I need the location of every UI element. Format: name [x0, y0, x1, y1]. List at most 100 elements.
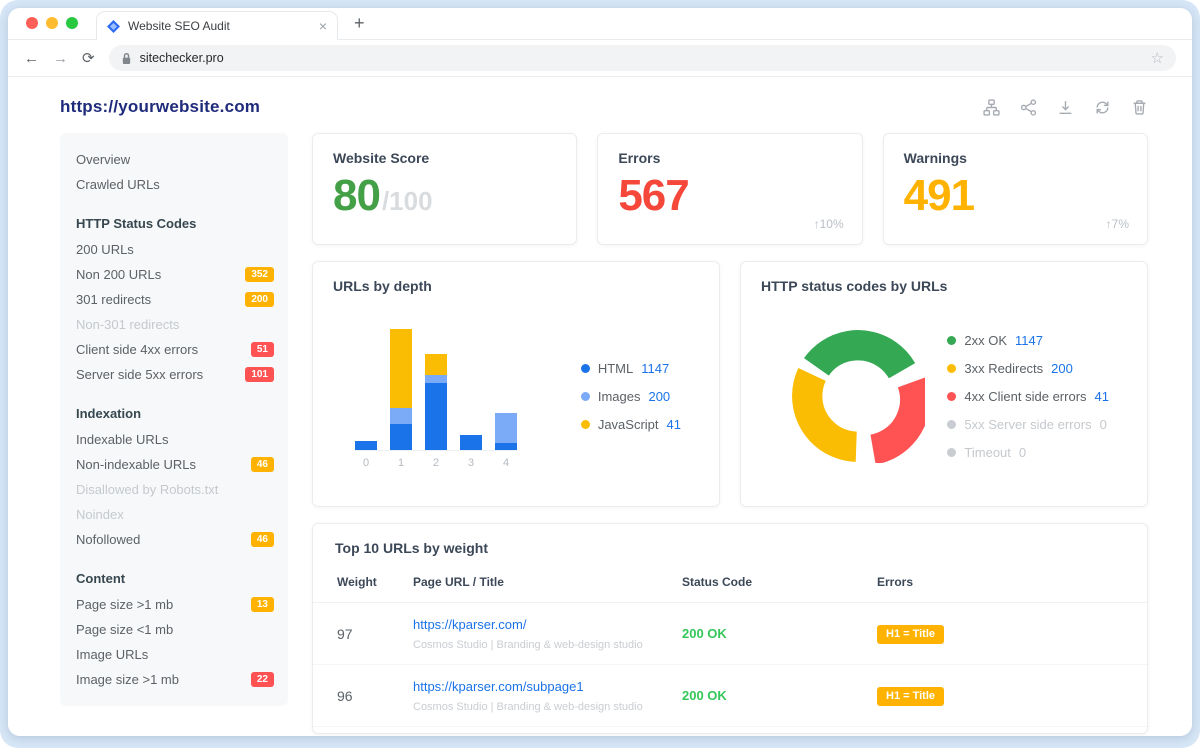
- sidebar-item-disallowed-by-robots-txt[interactable]: Disallowed by Robots.txt: [76, 477, 274, 502]
- page-url-link[interactable]: https://kparser.com/subpage1: [413, 679, 584, 694]
- browser-toolbar: ← → ⟳ sitechecker.pro ☆: [8, 40, 1192, 77]
- sitemap-icon[interactable]: [983, 99, 1000, 116]
- close-window-button[interactable]: [26, 17, 38, 29]
- status-code-value: 200 OK: [682, 626, 727, 641]
- sidebar-item-non-indexable-urls[interactable]: Non-indexable URLs 46: [76, 452, 274, 477]
- bar-chart-x-axis: 01234: [355, 451, 517, 469]
- page-url-link[interactable]: https://kparser.com/: [413, 617, 526, 632]
- legend-javascript[interactable]: JavaScript 41: [581, 417, 681, 432]
- sidebar-section-http-status-codes: HTTP Status Codes: [76, 212, 274, 234]
- bar-segment-javascript: [425, 354, 447, 375]
- sidebar-item-indexable-urls[interactable]: Indexable URLs: [76, 427, 274, 452]
- download-icon[interactable]: [1057, 99, 1074, 116]
- main-area: Website Score80/100Errors567↑10%Warnings…: [312, 133, 1148, 734]
- sidebar-item-non-301-redirects[interactable]: Non-301 redirects: [76, 312, 274, 337]
- forward-button[interactable]: →: [53, 50, 68, 67]
- sidebar-item-noindex[interactable]: Noindex: [76, 502, 274, 527]
- sidebar-item-page-size-1-mb[interactable]: Page size >1 mb13: [76, 592, 274, 617]
- bar-depth-0: [355, 441, 377, 450]
- sidebar-item-label: Indexable URLs: [76, 432, 169, 447]
- sidebar-item-label: Non-indexable URLs: [76, 457, 196, 472]
- sidebar-item-label: 200 URLs: [76, 242, 134, 257]
- legend-html[interactable]: HTML1147: [581, 361, 681, 376]
- address-url[interactable]: sitechecker.pro: [140, 51, 1143, 65]
- sidebar-item-label: Noindex: [76, 507, 124, 522]
- sidebar-item-label: Non-301 redirects: [76, 317, 179, 332]
- legend-3xx-redirects[interactable]: 3xx Redirects200: [947, 361, 1109, 376]
- browser-window: Website SEO Audit × + ← → ⟳ sitechecker.…: [8, 8, 1192, 736]
- address-bar[interactable]: sitechecker.pro ☆: [109, 45, 1176, 71]
- url-cell: https://kparser.com/subpage1Cosmos Studi…: [413, 665, 682, 727]
- stat-number: 567: [618, 172, 688, 220]
- x-axis-label: 0: [355, 457, 377, 469]
- sidebar-item-server-side-5xx-errors[interactable]: Server side 5xx errors101: [76, 362, 274, 387]
- legend-label: 2xx OK: [964, 333, 1007, 348]
- count-badge: 22: [251, 672, 274, 687]
- sidebar-item-301-redirects[interactable]: 301 redirects200: [76, 287, 274, 312]
- legend-value: 1147: [1015, 333, 1043, 348]
- stat-value-row: 80/100: [333, 172, 556, 220]
- legend-dot-icon: [947, 392, 956, 401]
- count-badge: 101: [245, 367, 274, 382]
- count-badge: 352: [245, 267, 274, 282]
- legend-timeout[interactable]: Timeout0: [947, 445, 1109, 460]
- legend-5xx-server-side-errors[interactable]: 5xx Server side errors0: [947, 417, 1109, 432]
- legend-label: 3xx Redirects: [964, 361, 1043, 376]
- sidebar-item-label: Overview: [76, 152, 130, 167]
- legend-value: 41: [1095, 389, 1109, 404]
- legend-images[interactable]: Images200: [581, 389, 681, 404]
- tab-close-icon[interactable]: ×: [319, 19, 327, 33]
- sidebar-item-image-urls[interactable]: Image URLs: [76, 642, 274, 667]
- bookmark-star-icon[interactable]: ☆: [1151, 49, 1164, 67]
- legend-value: 41: [667, 417, 681, 432]
- reload-button[interactable]: ⟳: [82, 49, 95, 67]
- sidebar-item-label: Image size >1 mb: [76, 672, 179, 687]
- stat-cards-row: Website Score80/100Errors567↑10%Warnings…: [312, 133, 1148, 245]
- sidebar-item-non-200-urls[interactable]: Non 200 URLs352: [76, 262, 274, 287]
- page-header: https://yourwebsite.com: [8, 77, 1192, 131]
- maximize-window-button[interactable]: [66, 17, 78, 29]
- stat-card-website-score: Website Score80/100: [312, 133, 577, 245]
- desktop-background: Website SEO Audit × + ← → ⟳ sitechecker.…: [0, 0, 1200, 748]
- sync-icon[interactable]: [1094, 99, 1111, 116]
- stat-number: 80: [333, 172, 380, 220]
- x-axis-label: 3: [460, 457, 482, 469]
- legend-2xx-ok[interactable]: 2xx OK 1147: [947, 333, 1109, 348]
- sidebar-item-200-urls[interactable]: 200 URLs: [76, 237, 274, 262]
- error-badge: H1 = Title: [877, 687, 944, 706]
- back-button[interactable]: ←: [24, 50, 39, 67]
- chart-title-http-codes: HTTP status codes by URLs: [761, 278, 1127, 294]
- sidebar-item-label: Nofollowed: [76, 532, 140, 547]
- top-urls-table: WeightPage URL / TitleStatus CodeErrors …: [313, 562, 1147, 727]
- legend-4xx-client-side-errors[interactable]: 4xx Client side errors41: [947, 389, 1109, 404]
- sidebar-item-crawled-urls[interactable]: Crawled URLs: [76, 172, 274, 197]
- donut-chart-legend: 2xx OK 1147 3xx Redirects200 4xx Client sid…: [947, 333, 1109, 460]
- sidebar-item-image-size-1-mb[interactable]: Image size >1 mb 22: [76, 667, 274, 692]
- sidebar-section-content: Content: [76, 567, 274, 589]
- sidebar-section-indexation: Indexation: [76, 402, 274, 424]
- sidebar-item-page-size-1-mb[interactable]: Page size <1 mb: [76, 617, 274, 642]
- browser-tab[interactable]: Website SEO Audit ×: [96, 11, 338, 40]
- stat-value-row: 567: [618, 172, 841, 220]
- legend-value: 0: [1019, 445, 1026, 460]
- status-code-value: 200 OK: [682, 688, 727, 703]
- status-code-cell: 200 OK: [682, 665, 877, 727]
- legend-label: Images: [598, 389, 641, 404]
- minimize-window-button[interactable]: [46, 17, 58, 29]
- sidebar-item-label: Disallowed by Robots.txt: [76, 482, 218, 497]
- sidebar-item-client-side-4xx-errors[interactable]: Client side 4xx errors51: [76, 337, 274, 362]
- bar-segment-images: [390, 408, 412, 424]
- donut-svg: [791, 329, 925, 463]
- new-tab-button[interactable]: +: [354, 14, 365, 32]
- browser-tabstrip: Website SEO Audit × +: [8, 8, 1192, 40]
- share-icon[interactable]: [1020, 99, 1037, 116]
- legend-label: JavaScript: [598, 417, 659, 432]
- sidebar-item-nofollowed[interactable]: Nofollowed46: [76, 527, 274, 552]
- stat-suffix: /100: [382, 186, 433, 217]
- count-badge: 13: [251, 597, 274, 612]
- status-code-cell: 200 OK: [682, 603, 877, 665]
- sidebar-item-overview[interactable]: Overview: [76, 147, 274, 172]
- count-badge: 46: [251, 457, 274, 472]
- trash-icon[interactable]: [1131, 99, 1148, 116]
- seo-audit-page: https://yourwebsite.com: [8, 77, 1192, 736]
